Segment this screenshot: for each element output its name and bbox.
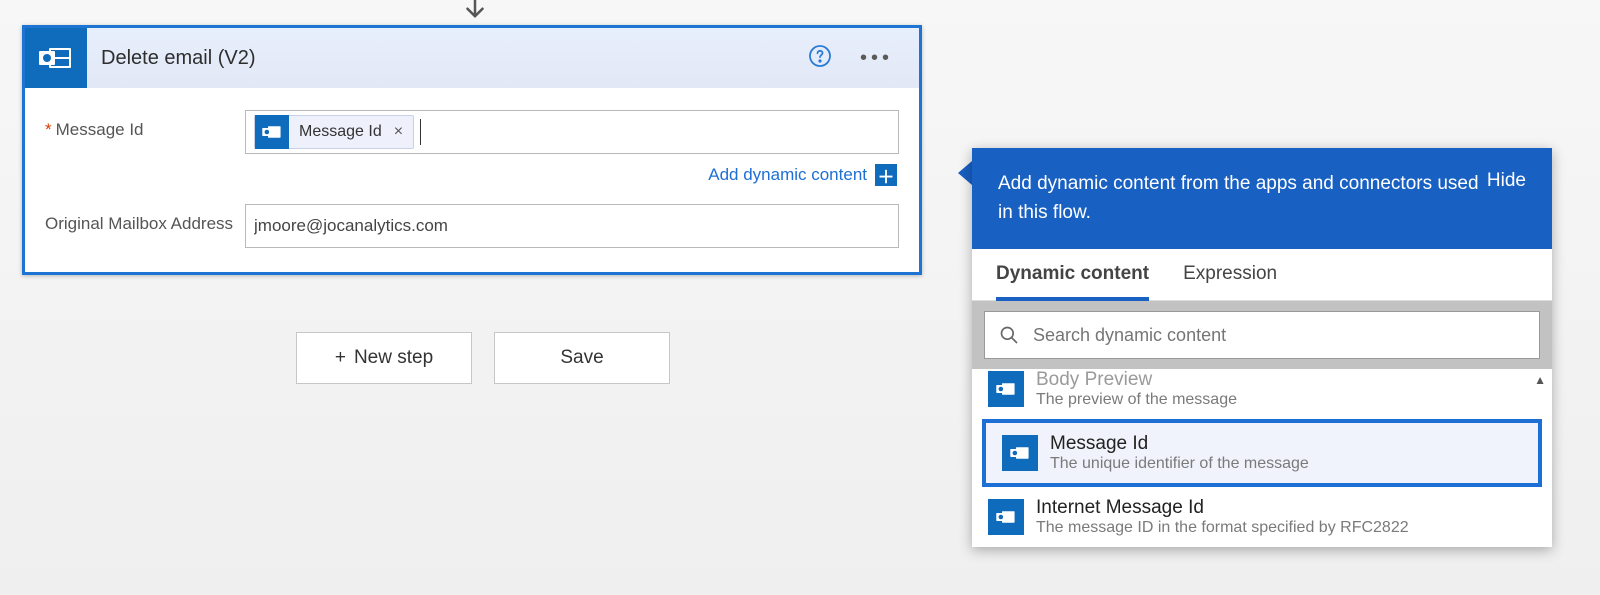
dynamic-item-label: Message Id	[1050, 433, 1309, 455]
popup-tabs: Dynamic content Expression	[972, 249, 1552, 301]
action-card-more-menu[interactable]: •••	[860, 47, 893, 70]
action-card-title: Delete email (V2)	[87, 47, 808, 70]
dynamic-content-list: ▲ Body Preview The preview of the messag…	[972, 369, 1552, 547]
dynamic-content-popup: Add dynamic content from the apps and co…	[972, 148, 1552, 547]
dynamic-item-desc: The preview of the message	[1036, 391, 1237, 409]
field-row-mailbox: Original Mailbox Address	[45, 204, 899, 248]
field-label-mailbox: Original Mailbox Address	[45, 204, 245, 234]
outlook-connector-icon	[25, 28, 87, 88]
outlook-token-icon	[255, 115, 289, 149]
field-row-message-id: *Message Id Message Id ×	[45, 110, 899, 196]
footer-buttons: +New step Save	[296, 332, 670, 384]
scroll-up-arrow-icon[interactable]: ▲	[1534, 373, 1546, 387]
dynamic-item-desc: The message ID in the format specified b…	[1036, 519, 1409, 537]
tab-expression[interactable]: Expression	[1183, 263, 1277, 300]
mailbox-input[interactable]	[245, 204, 899, 248]
outlook-item-icon	[1002, 435, 1038, 471]
token-label: Message Id	[289, 123, 392, 141]
dynamic-item-body-preview[interactable]: Body Preview The preview of the message	[972, 369, 1552, 419]
text-caret	[420, 119, 421, 145]
action-card-delete-email: Delete email (V2) ••• *Message Id	[22, 25, 922, 275]
field-label-message-id: *Message Id	[45, 110, 245, 140]
token-remove-icon[interactable]: ×	[392, 123, 413, 141]
token-message-id[interactable]: Message Id ×	[254, 115, 414, 149]
outlook-item-icon	[988, 499, 1024, 535]
message-id-input[interactable]: Message Id ×	[245, 110, 899, 154]
popup-hide-button[interactable]: Hide	[1487, 170, 1526, 192]
dynamic-item-label: Body Preview	[1036, 369, 1237, 391]
dynamic-item-internet-message-id[interactable]: Internet Message Id The message ID in th…	[972, 487, 1552, 547]
dynamic-content-search-input[interactable]	[1033, 325, 1525, 346]
tab-dynamic-content[interactable]: Dynamic content	[996, 263, 1149, 301]
add-dynamic-content-link[interactable]: Add dynamic content ＋	[245, 164, 897, 186]
outlook-item-icon	[988, 371, 1024, 407]
new-step-button[interactable]: +New step	[296, 332, 472, 384]
add-dynamic-content-icon: ＋	[875, 164, 897, 186]
help-icon[interactable]	[808, 44, 832, 73]
popup-callout-arrow-icon	[958, 161, 972, 185]
dynamic-item-message-id[interactable]: Message Id The unique identifier of the …	[982, 419, 1542, 487]
popup-header: Add dynamic content from the apps and co…	[972, 148, 1552, 249]
dynamic-content-search[interactable]	[984, 311, 1540, 359]
search-icon	[999, 325, 1019, 345]
required-asterisk: *	[45, 120, 52, 139]
dynamic-item-desc: The unique identifier of the message	[1050, 455, 1309, 473]
save-button[interactable]: Save	[494, 332, 670, 384]
action-card-header[interactable]: Delete email (V2) •••	[25, 28, 919, 88]
popup-heading: Add dynamic content from the apps and co…	[998, 170, 1487, 227]
dynamic-item-label: Internet Message Id	[1036, 497, 1409, 519]
